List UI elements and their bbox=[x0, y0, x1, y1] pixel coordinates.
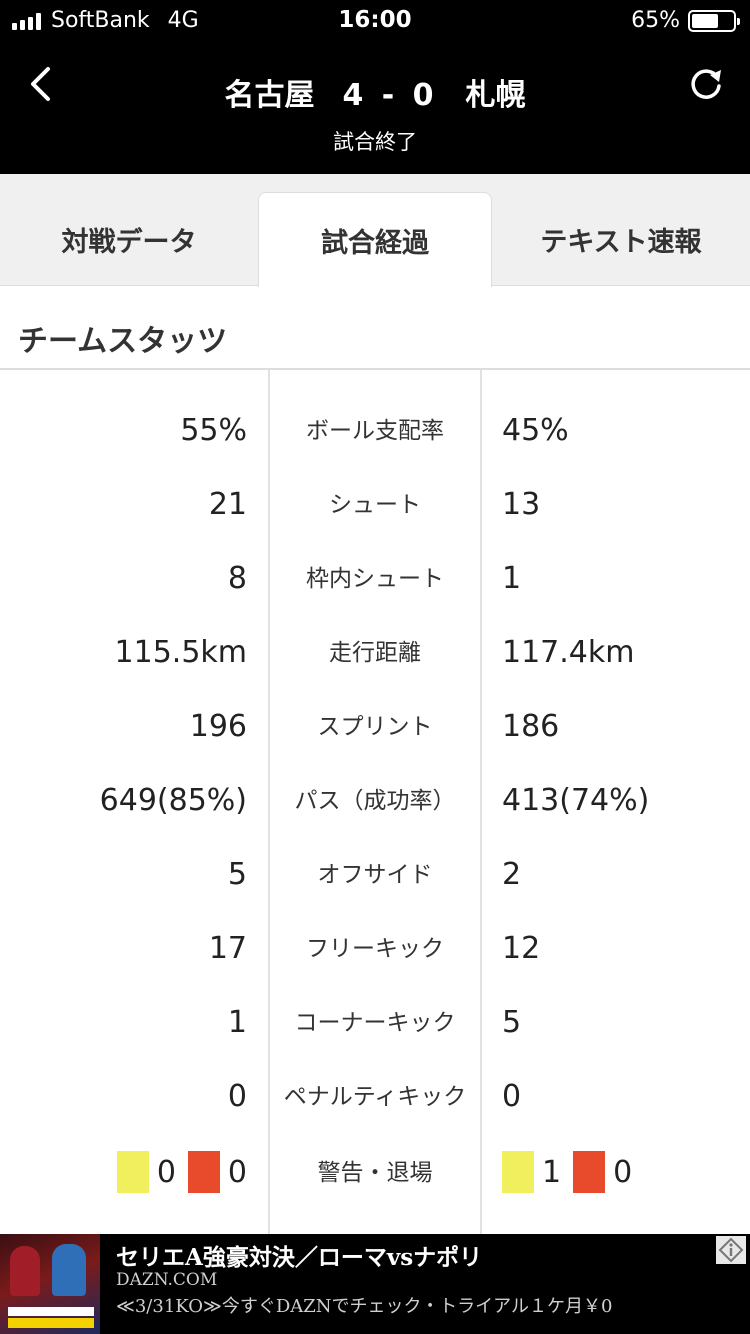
home-red-count: 0 bbox=[227, 1154, 247, 1190]
battery-icon bbox=[688, 9, 740, 32]
stat-row: 5 オフサイド 2 bbox=[0, 838, 750, 912]
ad-title[interactable]: セリエA強豪対決／ローマvsナポリ bbox=[116, 1238, 482, 1272]
stat-row: 1 コーナーキック 5 bbox=[0, 986, 750, 1060]
tab-live-text[interactable]: テキスト速報 bbox=[492, 192, 750, 286]
away-yellow-count: 1 bbox=[542, 1154, 562, 1190]
red-card-icon bbox=[187, 1151, 220, 1193]
tab-bar: 対戦データ 試合経過 テキスト速報 bbox=[0, 174, 750, 287]
stat-row: 21 シュート 13 bbox=[0, 468, 750, 542]
stat-home-value: 115.5km bbox=[114, 635, 247, 670]
stat-home-value: 0 bbox=[227, 1079, 247, 1114]
home-team-name: 名古屋 bbox=[224, 78, 315, 113]
stat-away-value: 1 bbox=[502, 561, 522, 596]
stat-away-value: 2 bbox=[502, 857, 522, 892]
reload-icon[interactable] bbox=[688, 66, 724, 102]
stat-away-value: 186 bbox=[502, 709, 560, 744]
stat-away-value: 0 bbox=[502, 1079, 522, 1114]
ad-domain: DAZN.COM bbox=[116, 1270, 218, 1290]
section-title: チームスタッツ bbox=[18, 324, 228, 359]
stat-label: オフサイド bbox=[317, 862, 433, 888]
stat-label: 走行距離 bbox=[329, 640, 421, 666]
stat-home-value: 21 bbox=[208, 487, 247, 522]
away-cards: 1 0 bbox=[502, 1150, 632, 1194]
yellow-card-icon bbox=[116, 1151, 149, 1193]
away-team-name: 札幌 bbox=[465, 78, 526, 113]
away-red-count: 0 bbox=[613, 1154, 633, 1190]
score: 4 - 0 bbox=[342, 78, 438, 113]
stat-label: スプリント bbox=[317, 714, 433, 740]
tab-match-progress[interactable]: 試合経過 bbox=[258, 192, 492, 287]
match-header: 名古屋 4 - 0 札幌 試合終了 bbox=[0, 40, 750, 174]
stat-home-value: 649(85%) bbox=[99, 783, 247, 818]
stat-row: 115.5km 走行距離 117.4km bbox=[0, 616, 750, 690]
stat-label: ボール支配率 bbox=[306, 418, 444, 444]
stat-row: 196 スプリント 186 bbox=[0, 690, 750, 764]
stat-label: フリーキック bbox=[306, 936, 444, 962]
stat-label: パス（成功率） bbox=[294, 788, 456, 814]
yellow-card-icon bbox=[502, 1151, 534, 1193]
stat-row: 649(85%) パス（成功率） 413(74%) bbox=[0, 764, 750, 838]
stat-home-value: 17 bbox=[208, 931, 247, 966]
stat-home-value: 1 bbox=[227, 1005, 247, 1040]
stat-home-value: 8 bbox=[227, 561, 247, 596]
stat-away-value: 12 bbox=[502, 931, 541, 966]
ad-image[interactable] bbox=[0, 1234, 100, 1334]
battery-percent: 65% bbox=[631, 8, 680, 33]
cards-row: 0 0 警告・退場 1 0 bbox=[0, 1136, 750, 1210]
stat-home-value: 5 bbox=[227, 857, 247, 892]
stat-away-value: 5 bbox=[502, 1005, 522, 1040]
stat-home-value: 55% bbox=[180, 413, 247, 448]
home-cards: 0 0 bbox=[116, 1150, 247, 1194]
status-bar: SoftBank 4G 16:00 65% bbox=[0, 0, 750, 40]
stat-row: 55% ボール支配率 45% bbox=[0, 394, 750, 468]
stat-label: 警告・退場 bbox=[317, 1160, 433, 1186]
stat-label: ペナルティキック bbox=[283, 1084, 467, 1110]
stat-away-value: 45% bbox=[502, 413, 569, 448]
stat-home-value: 196 bbox=[189, 709, 247, 744]
status-bar-right: 65% bbox=[631, 8, 740, 33]
stat-label: シュート bbox=[329, 492, 421, 518]
stat-row: 17 フリーキック 12 bbox=[0, 912, 750, 986]
score-line: 名古屋 4 - 0 札幌 bbox=[0, 70, 750, 114]
ad-description[interactable]: ≪3/31KO≫今すぐDAZNでチェック・トライアル１ケ月￥0 bbox=[116, 1292, 612, 1318]
stat-away-value: 13 bbox=[502, 487, 541, 522]
tab-matchup-data[interactable]: 対戦データ bbox=[0, 192, 258, 286]
battery-fill bbox=[692, 13, 718, 28]
stat-away-value: 117.4km bbox=[502, 635, 635, 670]
stat-row: 8 枠内シュート 1 bbox=[0, 542, 750, 616]
stat-label: 枠内シュート bbox=[306, 566, 444, 592]
stat-away-value: 413(74%) bbox=[502, 783, 650, 818]
home-yellow-count: 0 bbox=[156, 1154, 176, 1190]
match-status: 試合終了 bbox=[333, 130, 417, 154]
stat-label: コーナーキック bbox=[294, 1010, 456, 1036]
ad-info-icon[interactable] bbox=[716, 1236, 746, 1264]
section-divider bbox=[0, 368, 750, 370]
stat-row: 0 ペナルティキック 0 bbox=[0, 1060, 750, 1134]
red-card-icon bbox=[573, 1151, 606, 1193]
ad-banner[interactable]: セリエA強豪対決／ローマvsナポリ DAZN.COM ≪3/31KO≫今すぐDA… bbox=[0, 1234, 750, 1334]
